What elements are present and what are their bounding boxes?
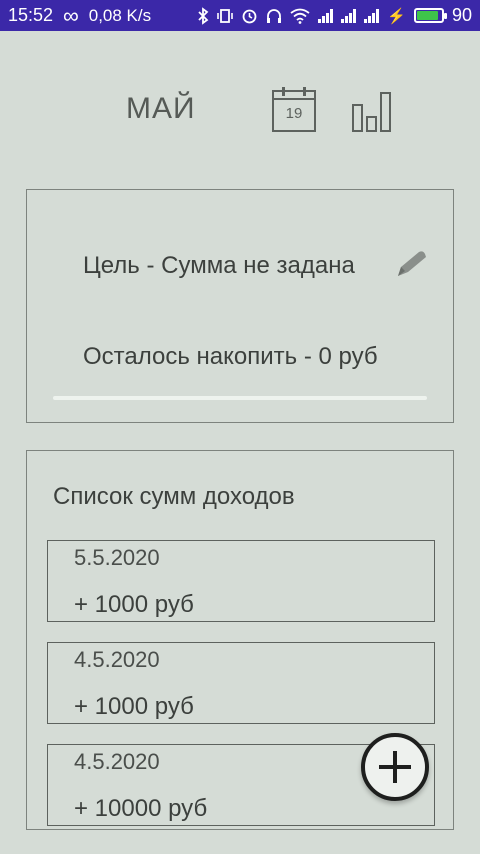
wifi-icon [290, 8, 310, 24]
income-item[interactable]: 4.5.2020 + 1000 руб [47, 642, 435, 724]
calendar-day: 19 [285, 105, 303, 122]
battery-level: 90 [451, 5, 472, 25]
add-income-button[interactable] [361, 733, 429, 801]
goal-label: Цель - Сумма не задана [83, 252, 355, 279]
signal-3g-icon [364, 8, 380, 23]
pencil-icon[interactable] [393, 248, 431, 282]
charging-icon: ⚡ [387, 7, 406, 25]
remaining-label: Осталось накопить - 0 руб [83, 343, 378, 370]
calendar-button[interactable]: 19 [272, 87, 316, 132]
headphones-icon [266, 8, 282, 24]
vibrate-icon [217, 8, 234, 24]
goal-card: Цель - Сумма не задана Осталось накопить… [26, 189, 454, 423]
income-item[interactable]: 5.5.2020 + 1000 руб [47, 540, 435, 622]
income-date: 4.5.2020 [74, 749, 160, 774]
signal-4g-icon [341, 8, 357, 23]
bar-chart-icon [352, 104, 363, 132]
statistics-button[interactable] [352, 90, 394, 132]
infinity-icon: ∞ [63, 2, 79, 28]
bluetooth-icon [197, 6, 209, 25]
alarm-icon [241, 7, 258, 24]
status-time: 15:52 [8, 5, 54, 25]
status-bar: 15:52 ∞ 0,08 K/s ⚡ 90 [0, 0, 480, 31]
income-amount: + 1000 руб [74, 591, 194, 618]
income-amount: + 10000 руб [74, 795, 208, 822]
network-speed: 0,08 K/s [88, 5, 152, 25]
battery-icon [413, 8, 447, 23]
goal-progress-bar [53, 396, 427, 400]
income-date: 5.5.2020 [74, 545, 160, 570]
signal-icon [318, 8, 334, 23]
month-title[interactable]: МАЙ [126, 92, 196, 126]
income-date: 4.5.2020 [74, 647, 160, 672]
income-amount: + 1000 руб [74, 693, 194, 720]
income-list-title: Список сумм доходов [53, 483, 295, 510]
